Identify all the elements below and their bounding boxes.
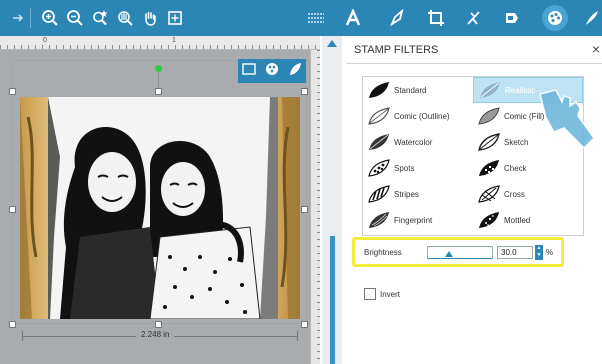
- stepper-down-icon[interactable]: ▼: [535, 252, 543, 259]
- filter-label: Check: [504, 163, 527, 173]
- zoom-selection-icon[interactable]: [88, 6, 112, 30]
- zoom-in-icon[interactable]: [38, 6, 62, 30]
- ruler-label: 0: [43, 37, 47, 44]
- edit-points-icon[interactable]: [385, 6, 409, 30]
- resize-handle[interactable]: [301, 321, 308, 328]
- resize-handle[interactable]: [301, 88, 308, 95]
- leaf-comic-fill-icon: [478, 107, 500, 125]
- pan-icon[interactable]: [138, 6, 162, 30]
- filter-label: Comic (Outline): [394, 111, 450, 121]
- vertical-scrollbar[interactable]: [322, 36, 342, 364]
- zoom-out-icon[interactable]: [63, 6, 87, 30]
- invert-option[interactable]: Invert: [364, 288, 400, 300]
- filter-cross[interactable]: Cross: [473, 181, 583, 207]
- resize-handle[interactable]: [155, 88, 162, 95]
- brightness-label: Brightness: [364, 248, 402, 257]
- leaf-fingerprint-icon: [369, 212, 389, 228]
- filter-label: Fingerprint: [394, 215, 433, 225]
- ruler-label: 1: [172, 37, 176, 44]
- text-icon[interactable]: [341, 6, 365, 30]
- width-dimension-label: 2.248 in: [136, 330, 175, 339]
- quick-tools: [238, 59, 306, 83]
- stamp-icon[interactable]: [265, 62, 279, 81]
- top-toolbar: [0, 0, 602, 36]
- leaf-standard-icon: [369, 82, 389, 98]
- crop-icon[interactable]: [424, 6, 448, 30]
- leaf-check-icon: [479, 160, 499, 176]
- brightness-control: Brightness 30.0 ▲ ▼ %: [352, 237, 564, 267]
- stepper-up-icon[interactable]: ▲: [535, 245, 543, 252]
- filter-stripes[interactable]: Stripes: [363, 181, 473, 207]
- filter-mottled[interactable]: Mottled: [473, 207, 583, 233]
- filter-label: Sketch: [504, 137, 529, 147]
- knife-icon[interactable]: [462, 6, 486, 30]
- rectangle-icon[interactable]: [242, 62, 257, 80]
- leaf-sketch-icon: [478, 133, 500, 151]
- leaf-mottled-icon: [479, 212, 499, 228]
- leaf-realistic-icon: [480, 82, 500, 98]
- filter-label: Watercolor: [394, 137, 433, 147]
- brightness-stepper[interactable]: ▲ ▼: [535, 245, 543, 260]
- brightness-input[interactable]: 30.0: [497, 246, 533, 259]
- invert-label: Invert: [380, 289, 401, 299]
- leaf-icon[interactable]: [288, 62, 302, 81]
- filter-label: Standard: [394, 85, 427, 95]
- pen-icon[interactable]: [580, 6, 602, 30]
- filter-spots[interactable]: Spots: [363, 155, 473, 181]
- scroll-thumb[interactable]: [330, 236, 335, 364]
- filter-label: Realistic: [505, 85, 536, 95]
- resize-handle[interactable]: [9, 88, 16, 95]
- filter-comic-outline[interactable]: Comic (Outline): [363, 103, 473, 129]
- filter-fingerprint[interactable]: Fingerprint: [363, 207, 473, 233]
- stamp-icon[interactable]: [542, 5, 568, 31]
- resize-handle[interactable]: [9, 206, 16, 213]
- resize-handle[interactable]: [9, 321, 16, 328]
- resize-handle[interactable]: [155, 321, 162, 328]
- panel-title: STAMP FILTERS: [354, 44, 439, 56]
- offset-icon[interactable]: [500, 6, 524, 30]
- slider-track: [428, 258, 492, 259]
- resize-handle[interactable]: [301, 206, 308, 213]
- leaf-stripes-icon: [368, 185, 390, 203]
- toolbar-divider: [30, 8, 31, 28]
- filter-watercolor[interactable]: Watercolor: [363, 129, 473, 155]
- brightness-slider[interactable]: [427, 246, 493, 259]
- filter-standard[interactable]: Standard: [363, 77, 473, 103]
- dimension-tick: [297, 331, 298, 341]
- fit-page-icon[interactable]: [163, 6, 187, 30]
- filter-label: Mottled: [504, 215, 531, 225]
- scroll-up-icon[interactable]: [327, 40, 337, 47]
- arrow-right-icon[interactable]: [6, 6, 30, 30]
- rotation-handle[interactable]: [155, 65, 162, 72]
- vertical-ruler: [310, 50, 320, 364]
- panel-header: STAMP FILTERS ×: [346, 36, 602, 64]
- leaf-spots-icon: [368, 159, 390, 177]
- stamp-filters-panel: STAMP FILTERS × Standard Realistic Comic…: [346, 36, 602, 364]
- leaf-comic-outline-icon: [368, 107, 390, 125]
- lines-icon[interactable]: [304, 6, 328, 30]
- close-icon[interactable]: ×: [592, 41, 600, 57]
- leaf-watercolor-icon: [369, 134, 389, 150]
- rotation-handle-line: [158, 72, 159, 88]
- filter-label: Spots: [394, 163, 415, 173]
- photo-image: [20, 97, 300, 319]
- brightness-unit: %: [546, 248, 554, 257]
- zoom-drag-icon[interactable]: [113, 6, 137, 30]
- filter-label: Stripes: [394, 189, 419, 199]
- invert-checkbox[interactable]: [364, 288, 376, 300]
- filter-label: Cross: [504, 189, 525, 199]
- slider-thumb[interactable]: [445, 251, 453, 257]
- pointer-hand-icon: [534, 88, 600, 159]
- horizontal-ruler: 0 1: [0, 36, 320, 50]
- leaf-cross-icon: [478, 185, 500, 203]
- stamp-filtered-photo[interactable]: [20, 97, 300, 319]
